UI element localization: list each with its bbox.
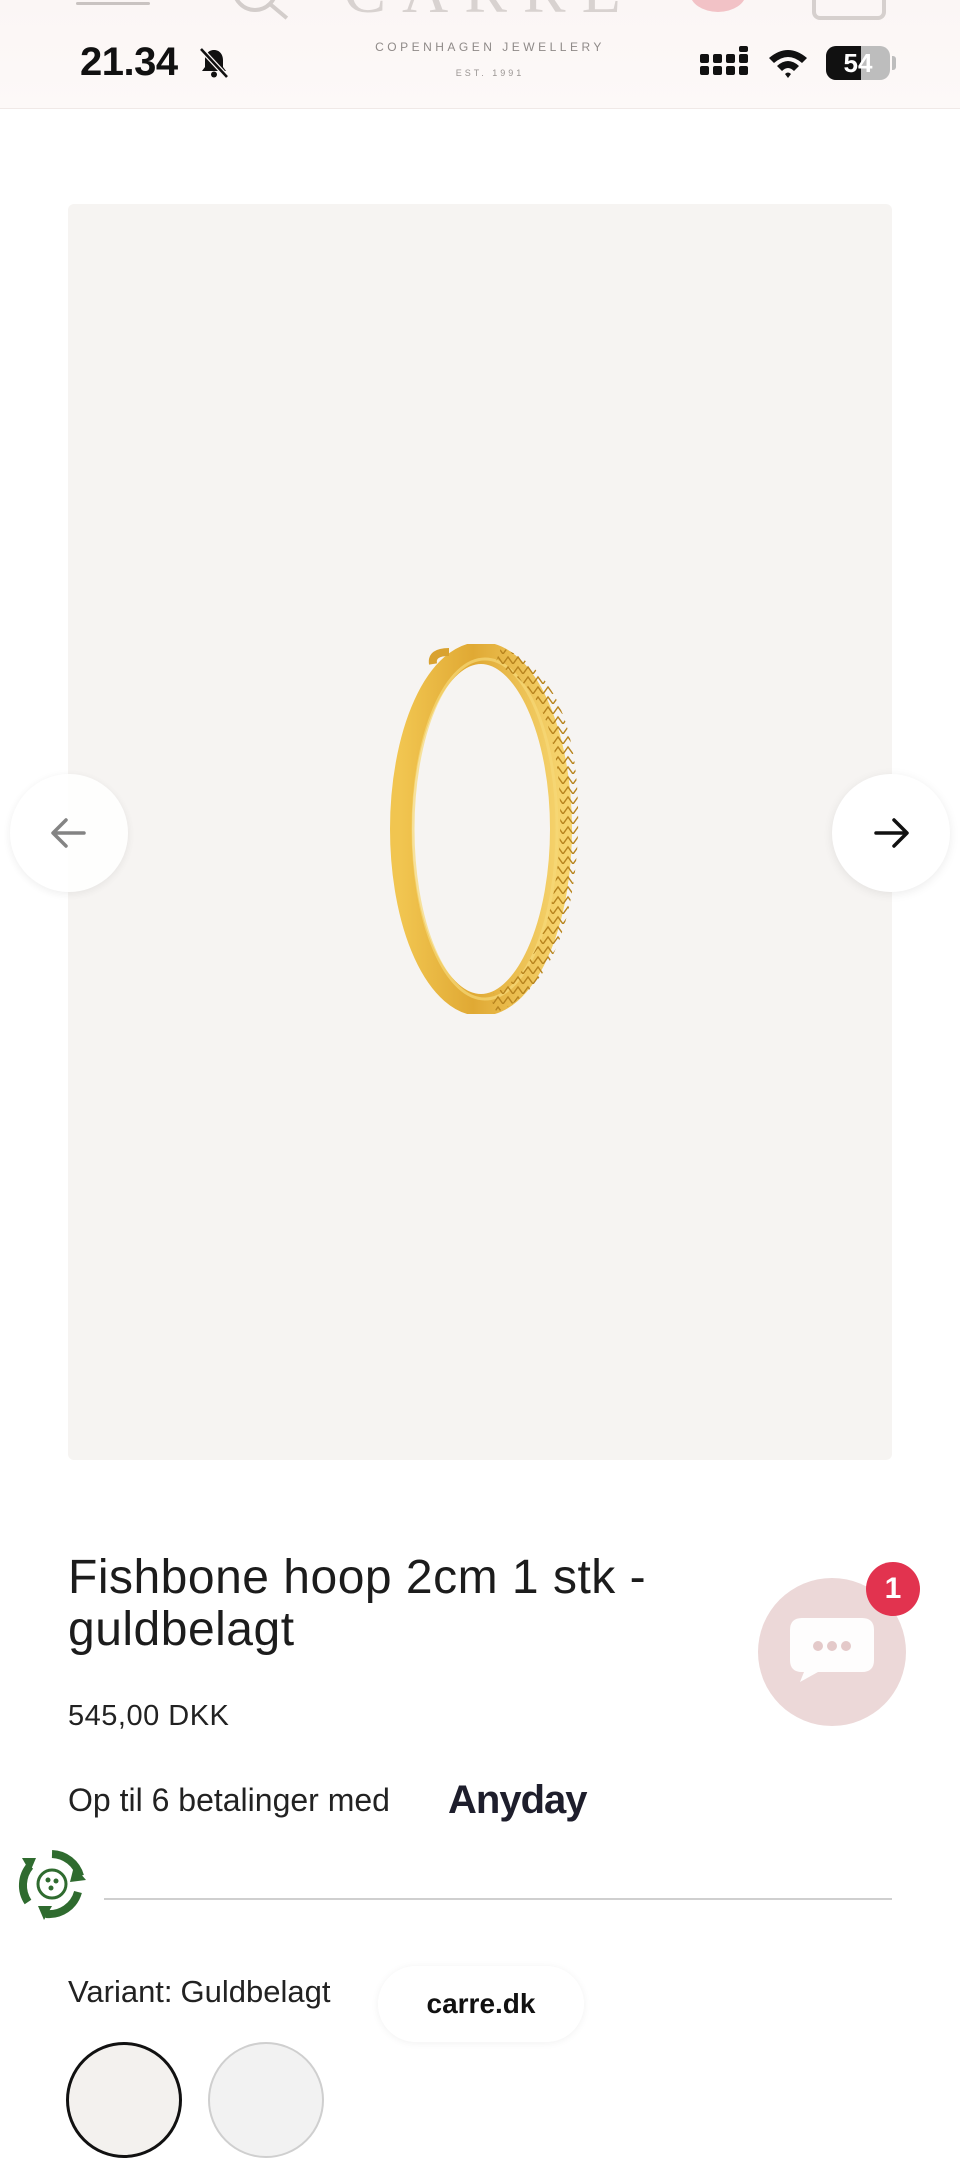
browser-url-bar[interactable]: carre.dk: [378, 1966, 584, 2042]
gallery-next-button[interactable]: [832, 774, 950, 892]
product-gallery[interactable]: [68, 204, 892, 1460]
variant-label-text: Variant:: [68, 1974, 173, 2009]
installments-text: Op til 6 betalinger med: [68, 1782, 390, 1818]
bell-muted-icon: [199, 47, 229, 79]
variant-swatch-solv[interactable]: [208, 2042, 324, 2158]
shopping-bag-icon[interactable]: [812, 0, 886, 20]
divider: [104, 1898, 892, 1900]
battery-cap: [892, 56, 896, 70]
brand-established: EST. 1991: [455, 68, 525, 78]
anyday-logo[interactable]: Anyday: [448, 1778, 587, 1823]
wishlist-icon[interactable]: [690, 0, 746, 12]
search-icon-handle: [268, 2, 289, 20]
wifi-icon: [769, 50, 807, 78]
gallery-prev-button[interactable]: [10, 774, 128, 892]
browser-url-text: carre.dk: [426, 1988, 536, 2019]
battery-level-text: 54: [843, 48, 873, 78]
chat-notification-badge: 1: [866, 1562, 920, 1616]
brand-logo[interactable]: CARRE: [330, 0, 650, 28]
variant-label: Variant: Guldbelagt: [68, 1974, 331, 2010]
product-title-line2: guldbelagt: [68, 1603, 295, 1656]
variant-swatch-guldbelagt[interactable]: [66, 2042, 182, 2158]
battery-indicator: 54: [826, 46, 890, 80]
brand-tagline: COPENHAGEN JEWELLERY: [375, 40, 605, 54]
product-price: 545,00 DKK: [68, 1700, 230, 1732]
arrow-right-icon: [874, 818, 909, 848]
product-title-line1: Fishbone hoop 2cm 1 stk -: [68, 1551, 647, 1604]
menu-icon[interactable]: [76, 2, 150, 5]
status-time: 21.34: [80, 40, 178, 84]
arrow-left-icon: [51, 818, 86, 848]
eco-recycle-icon[interactable]: [16, 1848, 88, 1920]
product-title: Fishbone hoop 2cm 1 stk - guldbelagt: [68, 1552, 748, 1656]
gold-hoop-earring-image: [390, 644, 579, 1014]
cellular-signal-icon: [700, 46, 748, 75]
variant-selected-value: Guldbelagt: [180, 1974, 331, 2009]
site-header: CARRE COPENHAGEN JEWELLERY EST. 1991 21.…: [0, 0, 960, 109]
chat-bubble-icon: [790, 1618, 874, 1682]
